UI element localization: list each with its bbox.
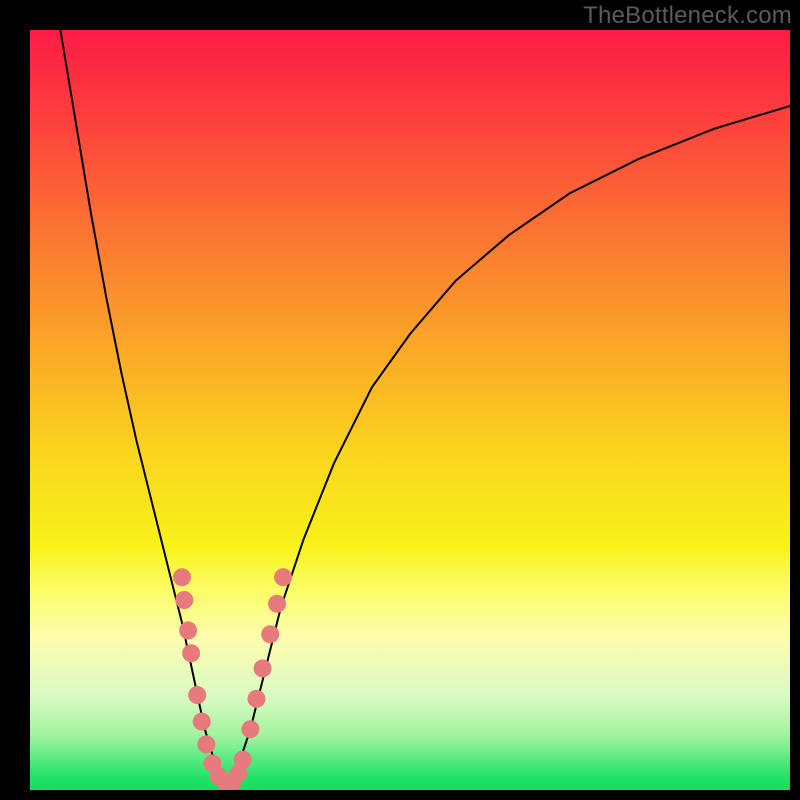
highlight-markers [173,568,292,790]
highlight-marker [274,568,292,586]
bottleneck-curve [60,30,790,786]
highlight-marker [268,595,286,613]
highlight-marker [234,751,252,769]
highlight-marker [254,659,272,677]
highlight-marker [241,720,259,738]
highlight-marker [173,568,191,586]
highlight-marker [179,621,197,639]
highlight-marker [193,713,211,731]
highlight-marker [188,686,206,704]
highlight-marker [182,644,200,662]
curve-layer [30,30,790,790]
highlight-marker [247,690,265,708]
watermark-text: TheBottleneck.com [583,2,792,30]
outer-frame: TheBottleneck.com [0,0,800,800]
highlight-marker [261,625,279,643]
highlight-marker [197,735,215,753]
plot-area [30,30,790,790]
highlight-marker [175,591,193,609]
